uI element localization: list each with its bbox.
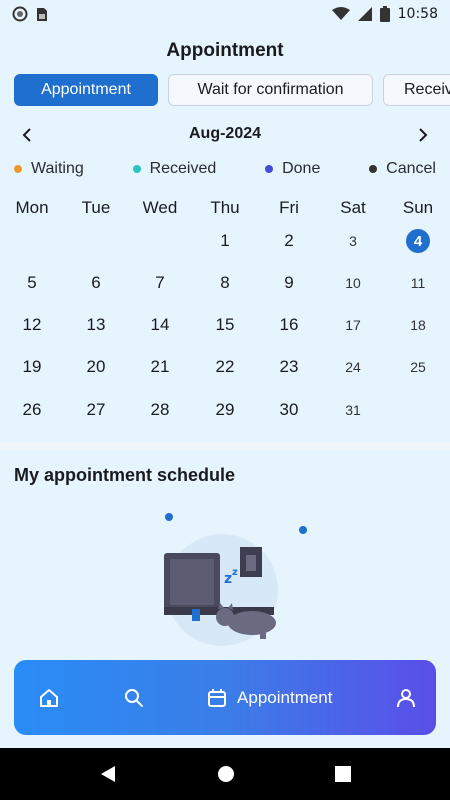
- calendar-day[interactable]: 17: [337, 311, 369, 339]
- nav-profile[interactable]: [396, 688, 416, 708]
- calendar-day-today[interactable]: 4: [406, 229, 430, 253]
- home-circle-icon[interactable]: [217, 765, 235, 783]
- nav-search[interactable]: [124, 688, 144, 708]
- calendar-day[interactable]: 29: [209, 396, 241, 424]
- calendar-icon: [208, 688, 227, 707]
- back-icon[interactable]: [99, 765, 117, 783]
- nav-home[interactable]: [38, 688, 60, 708]
- calendar-day[interactable]: 24: [337, 353, 369, 381]
- calendar-day[interactable]: 23: [273, 353, 305, 381]
- calendar-day[interactable]: 15: [209, 311, 241, 339]
- calendar-day[interactable]: 31: [337, 396, 369, 424]
- calendar-day[interactable]: 13: [80, 311, 112, 339]
- section-divider: [0, 442, 450, 450]
- user-icon: [397, 688, 415, 707]
- svg-text:z: z: [232, 567, 238, 578]
- calendar-day[interactable]: 21: [144, 353, 176, 381]
- calendar-day[interactable]: 27: [80, 396, 112, 424]
- calendar-day[interactable]: 25: [402, 353, 434, 381]
- calendar-day[interactable]: 10: [337, 269, 369, 297]
- calendar-day[interactable]: 14: [144, 311, 176, 339]
- calendar-day[interactable]: 22: [209, 353, 241, 381]
- nav-appointment-label: Appointment: [237, 687, 333, 707]
- calendar-day[interactable]: 16: [273, 311, 305, 339]
- search-icon: [124, 688, 143, 707]
- nav-appointment[interactable]: Appointment: [207, 688, 332, 708]
- bottom-nav: Appointment: [14, 660, 436, 735]
- calendar-day[interactable]: 11: [402, 269, 434, 297]
- system-nav-bar: [0, 748, 450, 800]
- svg-text:z: z: [224, 571, 232, 587]
- sleeping-cat-illustration: z z: [164, 513, 307, 646]
- calendar-day[interactable]: 26: [16, 396, 48, 424]
- calendar-day[interactable]: 7: [144, 269, 176, 297]
- calendar-day[interactable]: 9: [273, 269, 305, 297]
- calendar-day[interactable]: 3: [337, 227, 369, 255]
- calendar-day[interactable]: 30: [273, 396, 305, 424]
- calendar-day[interactable]: 2: [273, 227, 305, 255]
- calendar-day[interactable]: 28: [144, 396, 176, 424]
- calendar-day[interactable]: 20: [80, 353, 112, 381]
- calendar-day[interactable]: 5: [16, 269, 48, 297]
- calendar-grid: 1 2 3 4 5 6 7 8 9 10 11 12 13 14 15 16 17 18 19 20 21 22 23 24 2…: [0, 0, 450, 440]
- calendar-day[interactable]: 1: [209, 227, 241, 255]
- calendar-day[interactable]: 12: [16, 311, 48, 339]
- calendar-day[interactable]: 8: [209, 269, 241, 297]
- calendar-day[interactable]: 18: [402, 311, 434, 339]
- calendar-day[interactable]: 6: [80, 269, 112, 297]
- recents-icon[interactable]: [335, 766, 351, 782]
- home-icon: [40, 688, 58, 707]
- calendar-day[interactable]: 19: [16, 353, 48, 381]
- schedule-title: My appointment schedule: [14, 465, 236, 485]
